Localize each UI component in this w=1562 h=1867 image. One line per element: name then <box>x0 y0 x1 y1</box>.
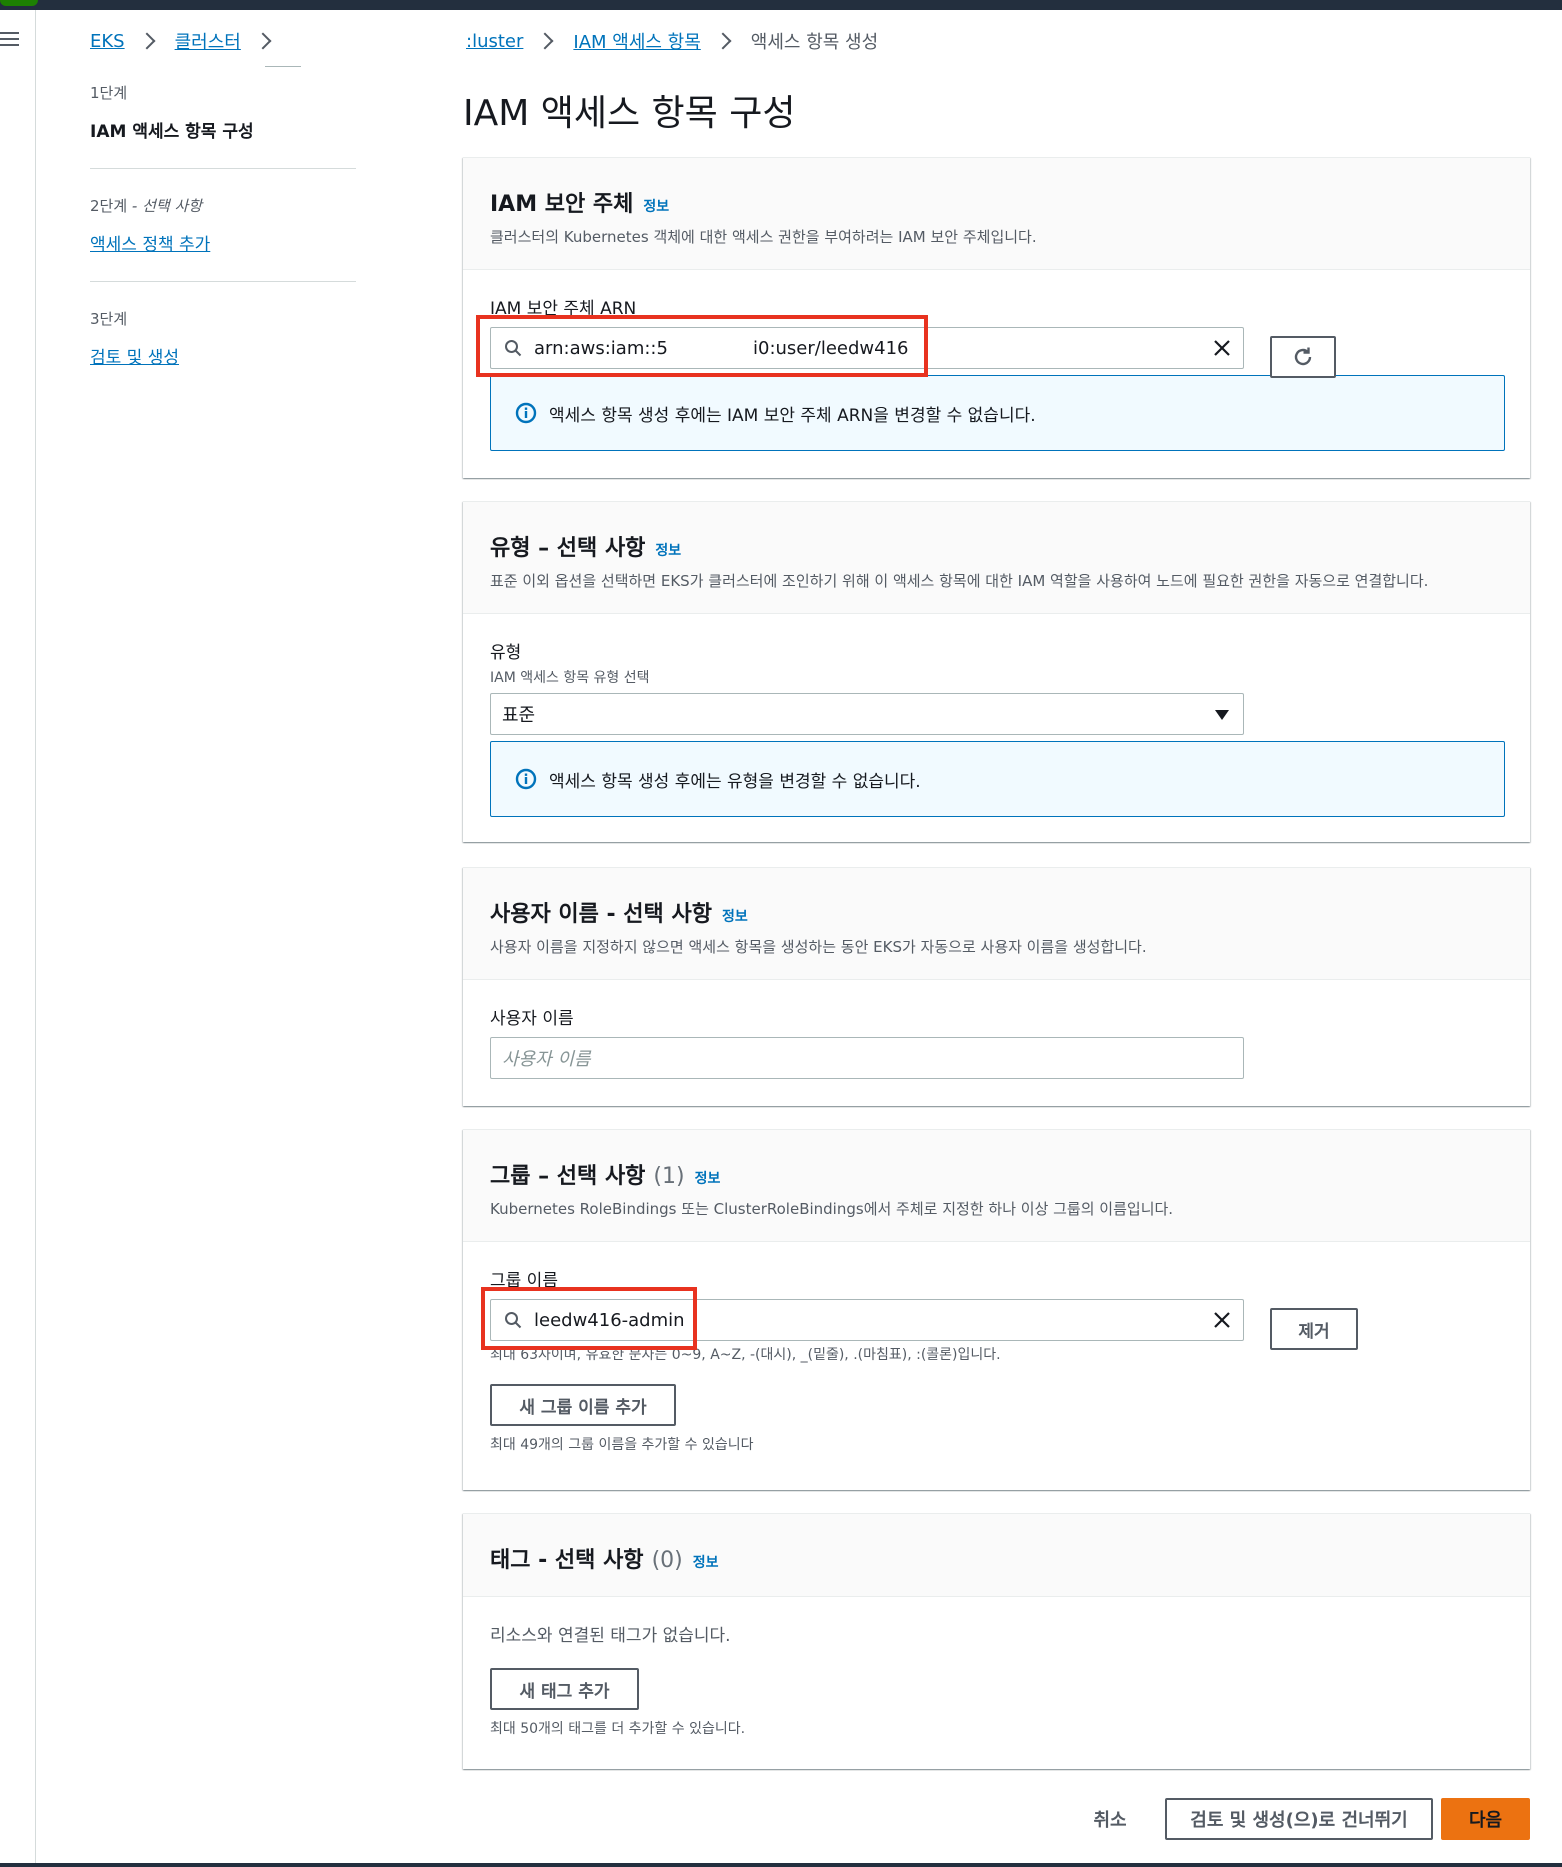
step-3-number: 3단계 <box>90 310 128 328</box>
chevron-right-icon <box>138 32 156 50</box>
breadcrumb-cluster-link[interactable]: :luster <box>466 31 523 52</box>
refresh-button[interactable] <box>1270 336 1336 378</box>
principal-alert: 액세스 항목 생성 후에는 IAM 보안 주체 ARN을 변경할 수 없습니다. <box>490 375 1505 451</box>
chevron-right-icon <box>714 32 732 50</box>
step-2: 2단계 - 선택 사항 액세스 정책 추가 <box>90 195 356 282</box>
username-label: 사용자 이름 <box>490 1009 574 1029</box>
breadcrumb-eks-link[interactable]: EKS <box>90 31 125 52</box>
bottom-bar <box>0 1863 1562 1867</box>
panel-body: IAM 보안 주체 ARN arn:aws:iam::5 i0:user/lee… <box>463 270 1530 478</box>
info-icon <box>515 402 537 424</box>
add-group-hint: 최대 49개의 그룹 이름을 추가할 수 있습니다 <box>490 1437 754 1453</box>
chevron-right-icon <box>536 32 554 50</box>
search-icon <box>505 340 522 357</box>
info-icon <box>515 768 537 790</box>
chevron-right-icon <box>254 32 272 50</box>
panel-body: 사용자 이름 사용자 이름 <box>463 980 1530 1106</box>
group-count: (1) <box>653 1164 685 1189</box>
aws-logo[interactable] <box>0 0 38 6</box>
panel-description: 표준 이외 옵션을 선택하면 EKS가 클러스터에 조인하기 위해 이 액세스 … <box>490 572 1429 590</box>
panel-header: IAM 보안 주체 정보 클러스터의 Kubernetes 객체에 대한 액세스 … <box>463 158 1530 270</box>
search-icon <box>505 1312 522 1329</box>
tag-count: (0) <box>651 1548 683 1573</box>
panel-title: 사용자 이름 - 선택 사항 <box>490 902 712 927</box>
tags-panel: 태그 - 선택 사항 (0) 정보 리소스와 연결된 태그가 없습니다. 새 태그 … <box>463 1513 1530 1769</box>
group-name-label: 그룹 이름 <box>490 1271 558 1291</box>
panel-header: 사용자 이름 - 선택 사항 정보 사용자 이름을 지정하지 않으면 액세스 항목… <box>463 868 1530 980</box>
step-1: 1단계 IAM 액세스 항목 구성 <box>90 82 356 169</box>
panel-title: 그룹 – 선택 사항 <box>490 1164 646 1189</box>
type-panel: 유형 – 선택 사항 정보 표준 이외 옵션을 선택하면 EKS가 클러스터에 조… <box>463 501 1530 842</box>
panel-body: 유형 IAM 액세스 항목 유형 선택 표준 액세스 항목 생성 후에는 유형을… <box>463 614 1530 842</box>
panel-description: 클러스터의 Kubernetes 객체에 대한 액세스 권한을 부여하려는 IA… <box>490 228 1037 246</box>
page-title: IAM 액세스 항목 구성 <box>463 93 796 134</box>
principal-arn-label: IAM 보안 주체 ARN <box>490 299 637 319</box>
principal-arn-suffix: i0:user/leedw416 <box>753 337 909 359</box>
add-group-button[interactable]: 새 그룹 이름 추가 <box>490 1384 676 1426</box>
group-name-value: leedw416-admin <box>534 1309 685 1331</box>
info-link[interactable]: 정보 <box>643 196 669 216</box>
panel-header: 그룹 – 선택 사항 (1) 정보 Kubernetes RoleBindings … <box>463 1130 1530 1242</box>
cancel-button[interactable]: 취소 <box>1080 1798 1140 1840</box>
breadcrumb-divider <box>265 66 301 67</box>
info-link[interactable]: 정보 <box>655 540 681 560</box>
username-input[interactable]: 사용자 이름 <box>490 1037 1244 1079</box>
next-button[interactable]: 다음 <box>1441 1798 1530 1840</box>
no-tags-text: 리소스와 연결된 태그가 없습니다. <box>490 1626 731 1646</box>
breadcrumb-current: 액세스 항목 생성 <box>750 32 879 53</box>
principal-arn-prefix: arn:aws:iam::5 <box>534 337 668 359</box>
close-icon[interactable] <box>1211 337 1233 359</box>
info-link[interactable]: 정보 <box>695 1168 721 1188</box>
step-2-link[interactable]: 액세스 정책 추가 <box>90 235 210 255</box>
close-icon[interactable] <box>1211 1309 1233 1331</box>
group-name-input[interactable]: leedw416-admin <box>490 1299 1244 1341</box>
panel-body: 그룹 이름 leedw416-admin 제거 최대 63자이며, 유효한 문자… <box>463 1242 1530 1490</box>
step-1-title: IAM 액세스 항목 구성 <box>90 122 254 142</box>
panel-description: 사용자 이름을 지정하지 않으면 액세스 항목을 생성하는 동안 EKS가 자동… <box>490 938 1147 956</box>
step-2-number: 2단계 - 선택 사항 <box>90 197 203 215</box>
side-rail <box>0 10 36 1867</box>
panel-body: 리소스와 연결된 태그가 없습니다. 새 태그 추가 최대 50개의 태그를 더… <box>463 1597 1530 1769</box>
top-navigation-bar <box>0 0 1562 10</box>
panel-description: Kubernetes RoleBindings 또는 ClusterRoleBi… <box>490 1200 1174 1218</box>
info-link[interactable]: 정보 <box>693 1552 719 1572</box>
step-1-number: 1단계 <box>90 84 128 102</box>
step-3: 3단계 검토 및 생성 <box>90 308 356 394</box>
add-tag-hint: 최대 50개의 태그를 더 추가할 수 있습니다. <box>490 1721 746 1737</box>
add-tag-button[interactable]: 새 태그 추가 <box>490 1668 639 1710</box>
panel-title: 태그 - 선택 사항 <box>490 1548 644 1573</box>
type-alert: 액세스 항목 생성 후에는 유형을 변경할 수 없습니다. <box>490 741 1505 817</box>
type-selected-value: 표준 <box>502 705 536 726</box>
principal-alert-text: 액세스 항목 생성 후에는 IAM 보안 주체 ARN을 변경할 수 없습니다. <box>549 405 1036 426</box>
breadcrumb-access-entries-link[interactable]: IAM 액세스 항목 <box>573 28 700 54</box>
username-placeholder: 사용자 이름 <box>502 1049 591 1070</box>
skip-to-review-button[interactable]: 검토 및 생성(으)로 건너뛰기 <box>1165 1798 1433 1840</box>
type-label: 유형 <box>490 643 522 663</box>
breadcrumb: :luster IAM 액세스 항목 액세스 항목 생성 <box>466 28 878 54</box>
username-panel: 사용자 이름 - 선택 사항 정보 사용자 이름을 지정하지 않으면 액세스 항목… <box>463 867 1530 1106</box>
wizard-steps: 1단계 IAM 액세스 항목 구성 2단계 - 선택 사항 액세스 정책 추가 … <box>90 82 356 420</box>
menu-icon[interactable] <box>0 30 24 54</box>
caret-down-icon <box>1215 710 1229 720</box>
panel-title: IAM 보안 주체 <box>490 192 634 217</box>
remove-group-button[interactable]: 제거 <box>1270 1308 1358 1350</box>
type-select[interactable]: 표준 <box>490 693 1244 735</box>
iam-principal-panel: IAM 보안 주체 정보 클러스터의 Kubernetes 객체에 대한 액세스 … <box>463 157 1530 478</box>
breadcrumb-clusters-link[interactable]: 클러스터 <box>175 28 241 54</box>
step-3-link[interactable]: 검토 및 생성 <box>90 348 179 368</box>
groups-panel: 그룹 – 선택 사항 (1) 정보 Kubernetes RoleBindings … <box>463 1129 1530 1490</box>
type-alert-text: 액세스 항목 생성 후에는 유형을 변경할 수 없습니다. <box>549 771 921 792</box>
type-description: IAM 액세스 항목 유형 선택 <box>490 670 650 686</box>
panel-header: 유형 – 선택 사항 정보 표준 이외 옵션을 선택하면 EKS가 클러스터에 조… <box>463 502 1530 614</box>
panel-title: 유형 – 선택 사항 <box>490 536 646 561</box>
info-link[interactable]: 정보 <box>722 906 748 926</box>
refresh-icon <box>1294 347 1312 366</box>
principal-arn-input[interactable]: arn:aws:iam::5 i0:user/leedw416 <box>490 327 1244 369</box>
panel-header: 태그 - 선택 사항 (0) 정보 <box>463 1514 1530 1597</box>
wizard-breadcrumb: EKS 클러스터 <box>90 28 301 67</box>
